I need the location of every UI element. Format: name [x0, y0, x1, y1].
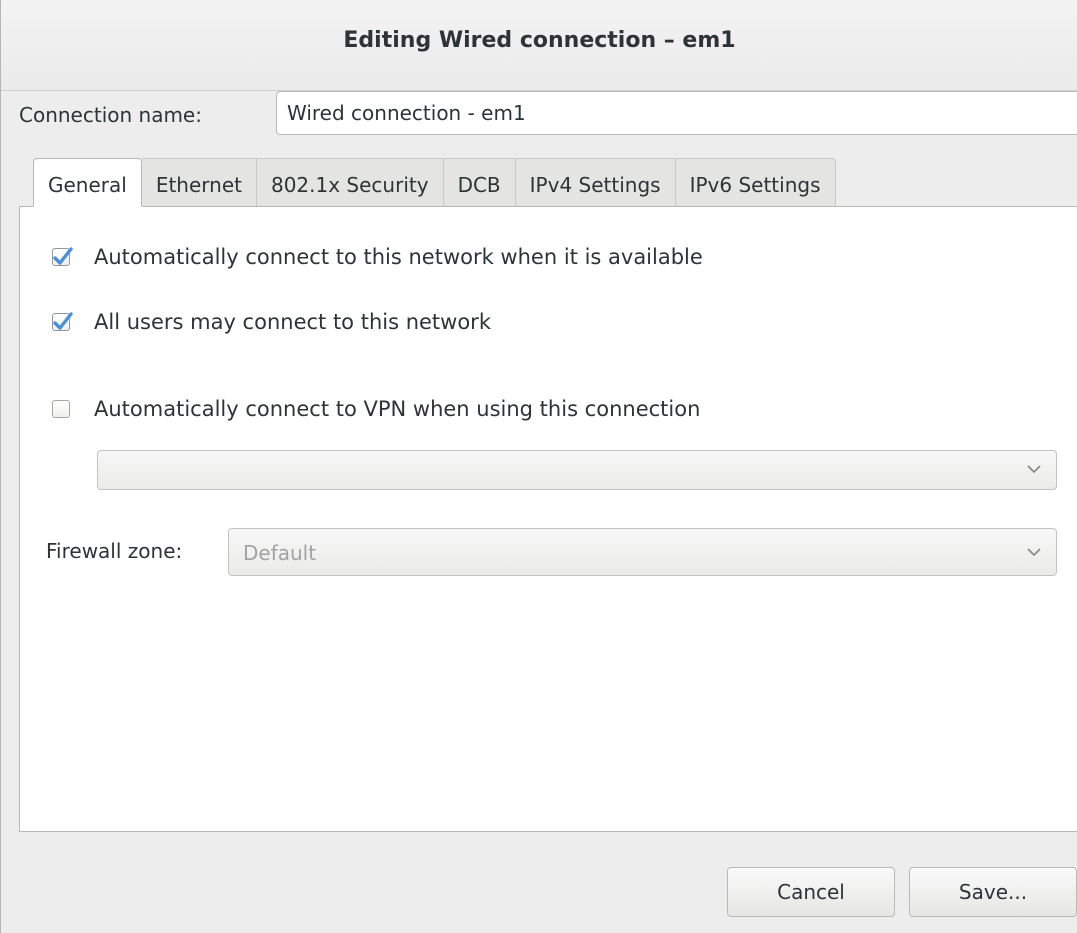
auto-vpn-label: Automatically connect to VPN when using …: [94, 397, 701, 421]
firewall-zone-select[interactable]: Default: [228, 528, 1057, 576]
title-bar[interactable]: Editing Wired connection – em1: [1, 0, 1077, 91]
general-tab-panel: Automatically connect to this network wh…: [19, 206, 1077, 832]
all-users-row[interactable]: All users may connect to this network: [52, 310, 491, 334]
firewall-zone-label: Firewall zone:: [46, 539, 183, 563]
tab-bar: General Ethernet 802.1x Security DCB IPv…: [33, 158, 836, 207]
window-title: Editing Wired connection – em1: [343, 28, 736, 53]
firewall-zone-value: Default: [243, 541, 317, 565]
chevron-down-icon: [1027, 548, 1041, 557]
tab-ethernet[interactable]: Ethernet: [141, 158, 257, 207]
tab-ipv6-settings[interactable]: IPv6 Settings: [675, 158, 836, 207]
vpn-connection-select[interactable]: [97, 450, 1057, 490]
all-users-label: All users may connect to this network: [94, 310, 491, 334]
tab-ipv4-settings[interactable]: IPv4 Settings: [515, 158, 676, 207]
auto-connect-checkbox[interactable]: [52, 247, 73, 266]
checkmark-icon: [53, 247, 73, 265]
all-users-checkbox[interactable]: [52, 312, 73, 331]
auto-connect-label: Automatically connect to this network wh…: [94, 245, 703, 269]
tab-8021x-security[interactable]: 802.1x Security: [256, 158, 444, 207]
dialog-window: Editing Wired connection – em1 Connectio…: [0, 0, 1077, 933]
tab-general[interactable]: General: [33, 158, 142, 207]
cancel-button[interactable]: Cancel: [727, 867, 895, 917]
tab-dcb[interactable]: DCB: [443, 158, 516, 207]
chevron-down-icon: [1027, 465, 1041, 474]
auto-connect-row[interactable]: Automatically connect to this network wh…: [52, 245, 703, 269]
auto-vpn-checkbox[interactable]: [52, 400, 70, 418]
checkmark-icon: [53, 312, 73, 330]
auto-vpn-row[interactable]: Automatically connect to VPN when using …: [52, 397, 700, 421]
connection-name-label: Connection name:: [19, 103, 202, 127]
save-button[interactable]: Save...: [909, 867, 1077, 917]
connection-name-input[interactable]: [276, 91, 1077, 135]
